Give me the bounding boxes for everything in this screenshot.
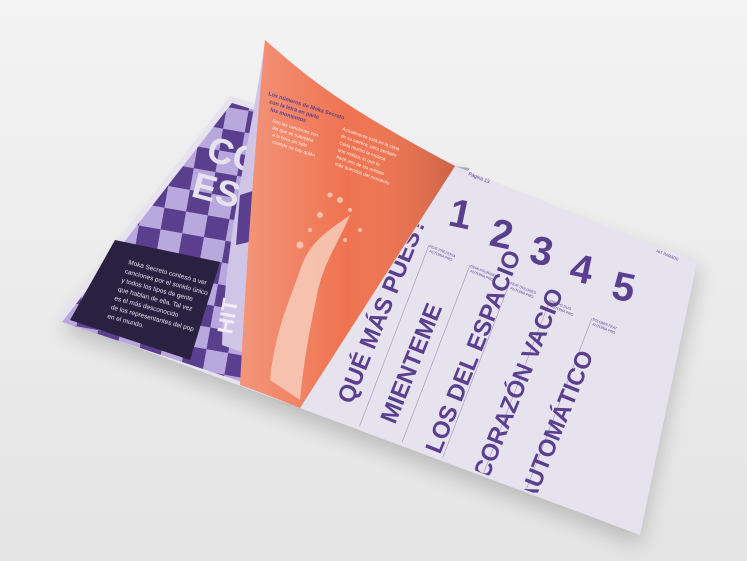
magazine-photo: CO ESTE Moka Secreto contesó a vercancio… xyxy=(0,0,747,561)
